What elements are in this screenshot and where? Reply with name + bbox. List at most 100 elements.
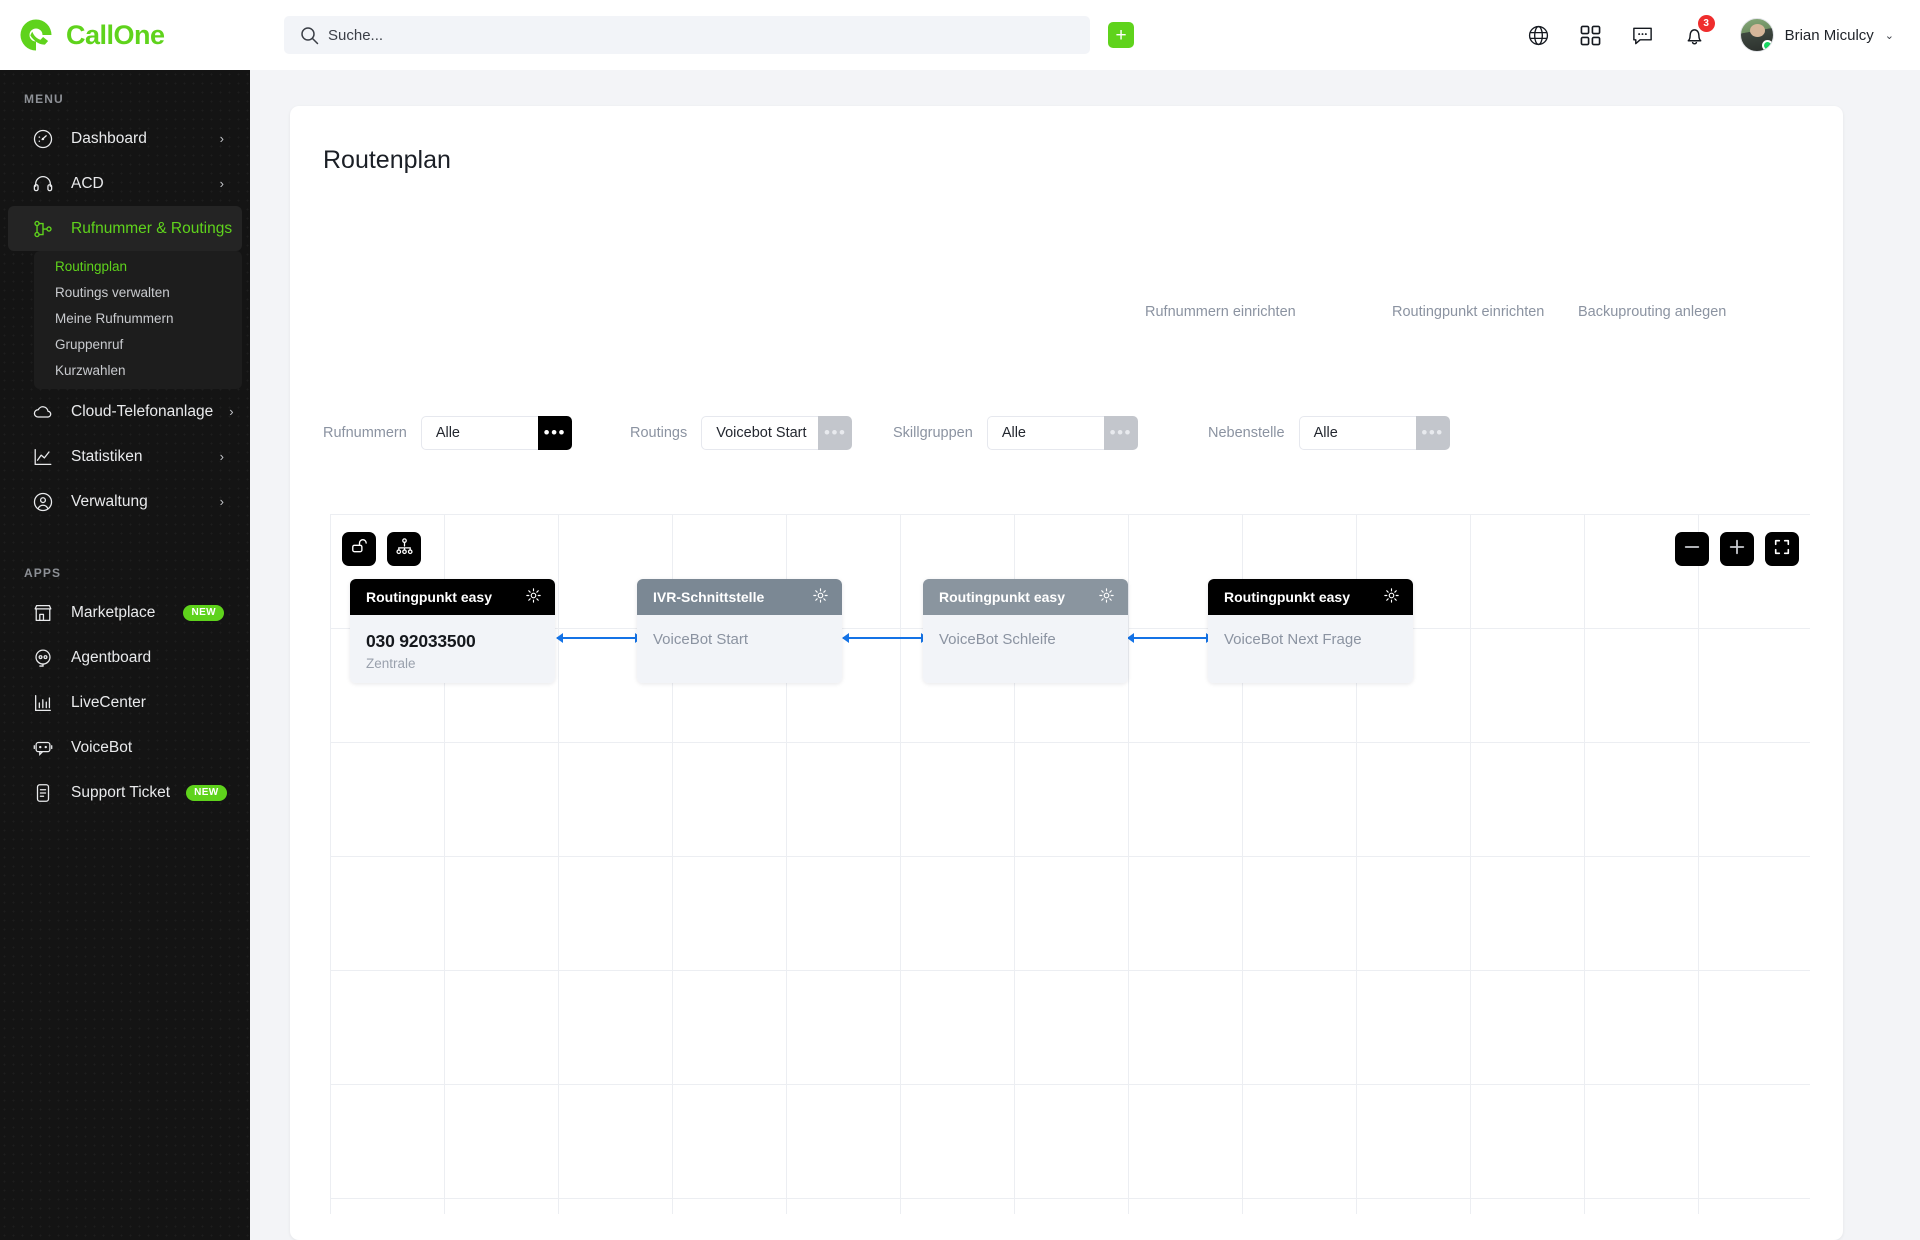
- sidebar-item-label: Dashboard: [71, 129, 147, 147]
- sidebar-item-acd[interactable]: ACD ›: [8, 161, 242, 206]
- filter-label: Nebenstelle: [1208, 425, 1285, 441]
- routing-canvas[interactable]: Routingpunkt easy 030 92033500 Zentrale …: [330, 514, 1810, 1214]
- sidebar-item-label: LiveCenter: [71, 693, 146, 711]
- gear-icon[interactable]: [1098, 587, 1115, 607]
- user-menu[interactable]: Brian Miculcy ⌄: [1739, 18, 1894, 52]
- filter-options-button[interactable]: •••: [818, 416, 853, 450]
- filter-value[interactable]: Alle: [420, 416, 538, 450]
- node-routingpunkt-1[interactable]: Routingpunkt easy 030 92033500 Zentrale: [350, 579, 555, 683]
- brand-logo[interactable]: CallOne: [0, 17, 250, 53]
- user-circle-icon: [30, 489, 55, 514]
- filter-bar: Rufnummern Alle ••• Routings Voicebot St…: [290, 416, 1843, 466]
- sidebar-section-apps: APPS: [24, 566, 62, 580]
- chat-icon[interactable]: [1628, 20, 1658, 50]
- node-label: VoiceBot Next Frage: [1224, 631, 1362, 648]
- brand-name: CallOne: [66, 19, 165, 50]
- node-routingpunkt-2[interactable]: Routingpunkt easy VoiceBot Schleife: [923, 579, 1128, 683]
- sidebar-item-gruppenruf[interactable]: Gruppenruf: [34, 331, 242, 357]
- link-routingpunkt-einrichten[interactable]: Routingpunkt einrichten: [1392, 304, 1544, 320]
- sidebar-item-label: Agentboard: [71, 648, 152, 666]
- ticket-doc-icon: [30, 780, 55, 805]
- page-title: Routenplan: [323, 146, 451, 174]
- zoom-in-icon: [1728, 538, 1746, 561]
- new-badge: NEW: [186, 784, 227, 801]
- gear-icon[interactable]: [812, 587, 829, 607]
- filter-control[interactable]: Alle •••: [1298, 416, 1450, 450]
- sidebar-item-marketplace[interactable]: Marketplace NEW: [8, 590, 242, 635]
- node-ivr-schnittstelle[interactable]: IVR-Schnittstelle VoiceBot Start: [637, 579, 842, 683]
- sidebar-item-rufnummer-routings[interactable]: Rufnummer & Routings ⌄: [8, 206, 250, 251]
- callone-logo-icon: [18, 17, 54, 53]
- sidebar-item-label: Statistiken: [71, 447, 143, 465]
- fit-screen-button[interactable]: [1765, 532, 1799, 566]
- filter-control[interactable]: Alle •••: [420, 416, 572, 450]
- node-header-label: Routingpunkt easy: [939, 589, 1066, 605]
- user-name: Brian Miculcy: [1784, 26, 1874, 44]
- sidebar-submenu: Routingplan Routings verwalten Meine Ruf…: [34, 251, 242, 389]
- filter-value[interactable]: Alle: [986, 416, 1104, 450]
- search-input[interactable]: [284, 16, 1090, 54]
- fit-screen-icon: [1773, 538, 1791, 561]
- add-button[interactable]: +: [1108, 22, 1134, 48]
- avatar: [1739, 18, 1774, 52]
- node-header: Routingpunkt easy: [1208, 579, 1413, 615]
- filter-options-button[interactable]: •••: [537, 416, 572, 450]
- sidebar-item-support-ticket[interactable]: Support Ticket NEW: [8, 770, 242, 815]
- filter-routings: Routings Voicebot Start •••: [630, 416, 853, 450]
- sidebar-item-agentboard[interactable]: Agentboard: [8, 635, 242, 680]
- chevron-right-icon: ›: [219, 176, 224, 191]
- node-body: VoiceBot Start: [637, 615, 842, 683]
- chart-line-icon: [30, 444, 55, 469]
- node-body: VoiceBot Next Frage: [1208, 615, 1413, 683]
- sidebar-item-label: Support Ticket: [71, 783, 171, 801]
- sidebar-item-dashboard[interactable]: Dashboard ›: [8, 116, 242, 161]
- dashboard-gauge-icon: [30, 126, 55, 151]
- lock-open-icon: [350, 537, 369, 561]
- search-container: [284, 16, 1090, 54]
- filter-label: Skillgruppen: [893, 425, 973, 441]
- filter-value[interactable]: Alle: [1298, 416, 1416, 450]
- link-rufnummern-einrichten[interactable]: Rufnummern einrichten: [1145, 304, 1296, 320]
- sidebar-item-livecenter[interactable]: LiveCenter: [8, 680, 242, 725]
- headset-icon: [30, 171, 55, 196]
- zoom-in-button[interactable]: [1720, 532, 1754, 566]
- zoom-out-button[interactable]: [1675, 532, 1709, 566]
- sidebar-item-statistiken[interactable]: Statistiken ›: [8, 434, 242, 479]
- node-header-label: Routingpunkt easy: [366, 589, 493, 605]
- sidebar-item-routings-verwalten[interactable]: Routings verwalten: [34, 279, 242, 305]
- sidebar-item-cloud-telefonanlage[interactable]: Cloud-Telefonanlage ›: [8, 389, 242, 434]
- connector-2-3: [842, 633, 928, 643]
- hierarchy-icon: [395, 537, 414, 561]
- zoom-out-icon: [1683, 538, 1701, 561]
- globe-icon[interactable]: [1524, 20, 1554, 50]
- filter-options-button[interactable]: •••: [1103, 416, 1138, 450]
- filter-options-button[interactable]: •••: [1415, 416, 1450, 450]
- sidebar: MENU Dashboard › ACD › Rufnummer & Routi…: [0, 70, 250, 1240]
- sidebar-item-meine-rufnummern[interactable]: Meine Rufnummern: [34, 305, 242, 331]
- new-badge: NEW: [183, 604, 224, 621]
- grid-apps-icon[interactable]: [1576, 20, 1606, 50]
- bell-icon[interactable]: 3: [1680, 15, 1715, 50]
- connector-1-2: [556, 633, 642, 643]
- lock-toggle-button[interactable]: [342, 532, 376, 566]
- chevron-right-icon: ›: [219, 449, 224, 464]
- node-routingpunkt-3[interactable]: Routingpunkt easy VoiceBot Next Frage: [1208, 579, 1413, 683]
- filter-control[interactable]: Voicebot Start •••: [701, 416, 853, 450]
- sidebar-section-menu: MENU: [24, 92, 64, 106]
- link-backuprouting-anlegen[interactable]: Backuprouting anlegen: [1578, 304, 1726, 320]
- sidebar-item-verwaltung[interactable]: Verwaltung ›: [8, 479, 242, 524]
- gear-icon[interactable]: [1383, 587, 1400, 607]
- chevron-right-icon: ›: [219, 131, 224, 146]
- sidebar-item-routingplan[interactable]: Routingplan: [34, 253, 242, 279]
- sidebar-item-kurzwahlen[interactable]: Kurzwahlen: [34, 357, 242, 383]
- gear-icon[interactable]: [525, 587, 542, 607]
- filter-control[interactable]: Alle •••: [986, 416, 1138, 450]
- main-content: Routenplan Rufnummern einrichten Routing…: [250, 70, 1920, 1240]
- sidebar-item-label: Cloud-Telefonanlage: [71, 402, 214, 420]
- node-header-label: IVR-Schnittstelle: [653, 589, 765, 605]
- auto-layout-button[interactable]: [387, 532, 421, 566]
- filter-skillgruppen: Skillgruppen Alle •••: [893, 416, 1138, 450]
- node-body: 030 92033500 Zentrale: [350, 615, 555, 683]
- sidebar-item-voicebot[interactable]: VoiceBot: [8, 725, 242, 770]
- filter-value[interactable]: Voicebot Start: [701, 416, 819, 450]
